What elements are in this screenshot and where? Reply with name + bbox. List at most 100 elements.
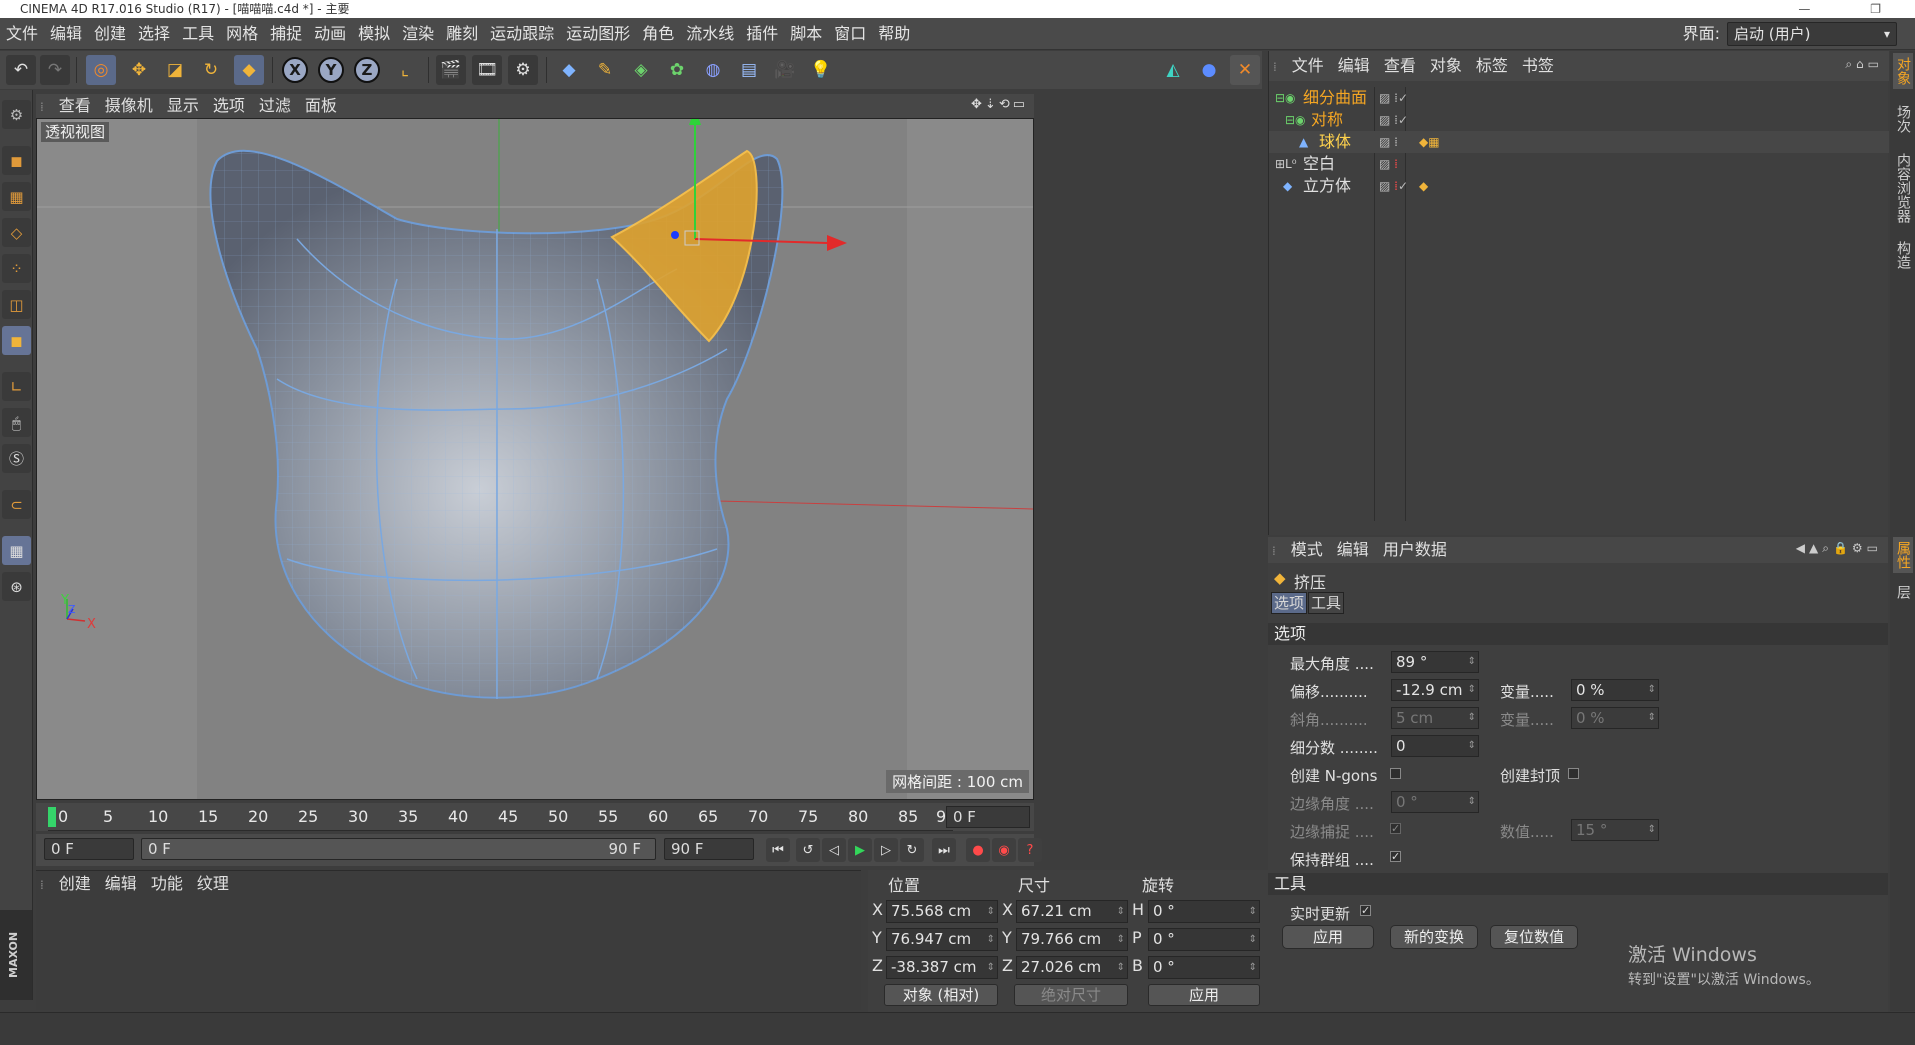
magnet-icon[interactable]: ⊂ — [2, 490, 31, 519]
camera-icon[interactable]: 🎥 — [770, 55, 800, 85]
keyframe-selection-icon[interactable]: ? — [1018, 838, 1042, 862]
perspective-viewport[interactable]: 透视视图 Y Z X 网格间距 : 100 cm — [36, 118, 1034, 800]
bevel-variance-field[interactable]: 0 % — [1571, 707, 1659, 729]
am-nav-icons[interactable]: ◀▲⌕🔒⚙▭ — [1796, 541, 1882, 556]
subdivision-surface-icon[interactable]: ◈ — [626, 55, 656, 85]
am-menu-user-data[interactable]: 用户数据 — [1383, 537, 1447, 563]
viewport-nav-icons[interactable]: ✥⇣⟲▭ — [971, 97, 1028, 112]
rotate-icon[interactable]: ↻ — [196, 55, 226, 85]
menu-select[interactable]: 选择 — [132, 18, 176, 50]
start-frame-field[interactable]: 0 F — [44, 838, 134, 860]
object-row[interactable]: ⊟◉ 细分曲面 ▨ ⁞✓ — [1269, 87, 1889, 109]
rotation-b-field[interactable]: 0 ° — [1148, 956, 1260, 979]
menu-mesh[interactable]: 网格 — [220, 18, 264, 50]
next-key-icon[interactable]: ↻ — [900, 838, 924, 862]
tab-attributes[interactable]: 属性 — [1893, 537, 1913, 573]
menu-edit[interactable]: 编辑 — [44, 18, 88, 50]
tweak-mode-icon[interactable]: 🖱 — [2, 408, 31, 437]
make-editable-icon[interactable]: ⚙ — [2, 100, 31, 129]
object-row[interactable]: ▲ 球体 ▨ ⁞ ◆▦ — [1269, 131, 1889, 153]
polygon-mode-icon[interactable]: ◼ — [2, 326, 31, 355]
create-ngons-checkbox[interactable] — [1390, 768, 1401, 779]
autokey-icon[interactable]: ◉ — [992, 838, 1016, 862]
model-mode-icon[interactable]: ◼ — [2, 146, 31, 175]
material-menu-create[interactable]: 创建 — [59, 871, 91, 897]
menu-script[interactable]: 脚本 — [784, 18, 828, 50]
size-x-field[interactable]: 67.21 cm — [1016, 900, 1128, 923]
last-tool-icon[interactable]: ◆ — [234, 55, 264, 85]
menu-render[interactable]: 渲染 — [396, 18, 440, 50]
reset-values-button[interactable]: 复位数值 — [1490, 925, 1578, 949]
axis-mode-icon[interactable]: ∟ — [2, 372, 31, 401]
menu-pipeline[interactable]: 流水线 — [680, 18, 740, 50]
visibility-toggle-icon[interactable]: ▨ ⁞ — [1379, 153, 1398, 175]
menu-character[interactable]: 角色 — [636, 18, 680, 50]
next-frame-icon[interactable]: ▷ — [874, 838, 898, 862]
viewport-menu-view[interactable]: 查看 — [59, 94, 91, 118]
viewport-menu-display[interactable]: 显示 — [167, 94, 199, 118]
position-z-field[interactable]: -38.387 cm — [886, 956, 998, 979]
floor-icon[interactable]: ▤ — [734, 55, 764, 85]
create-caps-checkbox[interactable] — [1568, 768, 1579, 779]
coordinate-system-icon[interactable]: ⌞ — [390, 55, 420, 85]
record-keys-icon[interactable]: ● — [966, 838, 990, 862]
deformer-icon[interactable]: ◍ — [698, 55, 728, 85]
cloner-icon[interactable]: ✿ — [662, 55, 692, 85]
previous-frame-icon[interactable]: ◁ — [822, 838, 846, 862]
object-name[interactable]: 细分曲面 — [1303, 87, 1367, 109]
tab-structure[interactable]: 构造 — [1893, 237, 1913, 273]
material-menu-function[interactable]: 功能 — [151, 871, 183, 897]
move-icon[interactable]: ✥ — [124, 55, 154, 85]
point-mode-icon[interactable]: ⁘ — [2, 254, 31, 283]
tab-options[interactable]: 选项 — [1271, 592, 1307, 614]
play-icon[interactable]: ▶ — [848, 838, 872, 862]
live-selection-icon[interactable]: ◎ — [86, 55, 116, 85]
current-frame-field[interactable]: 0 F — [946, 806, 1030, 828]
sculpt-layout-icon[interactable]: ◭ — [1158, 55, 1188, 85]
menu-file[interactable]: 文件 — [0, 18, 44, 50]
bevel-field[interactable]: 5 cm — [1391, 707, 1479, 729]
menu-tools[interactable]: 工具 — [176, 18, 220, 50]
keep-groups-checkbox[interactable]: ✓ — [1390, 851, 1401, 862]
object-name[interactable]: 立方体 — [1303, 175, 1351, 197]
menu-snap[interactable]: 捕捉 — [264, 18, 308, 50]
menu-animate[interactable]: 动画 — [308, 18, 352, 50]
phong-tag-icon[interactable]: ◆ — [1419, 175, 1428, 197]
object-row[interactable]: ◆ 立方体 ▨ ⁞✓ ◆ — [1269, 175, 1889, 197]
object-name[interactable]: 空白 — [1303, 153, 1335, 175]
timeline-ruler[interactable]: 0 5 10 15 20 25 30 35 40 45 50 55 60 65 … — [48, 803, 956, 831]
menu-mograph[interactable]: 运动图形 — [560, 18, 636, 50]
render-picture-viewer-icon[interactable]: 🎞 — [472, 55, 502, 85]
workplane-mode-icon[interactable]: ◇ — [2, 218, 31, 247]
new-transform-button[interactable]: 新的变换 — [1390, 925, 1478, 949]
coords-apply-button[interactable]: 应用 — [1148, 984, 1260, 1006]
variance-field[interactable]: 0 % — [1571, 679, 1659, 701]
interface-layout-select[interactable]: 启动 (用户) — [1727, 22, 1897, 46]
object-name[interactable]: 对称 — [1311, 109, 1343, 131]
bp-uv-edit-icon[interactable]: ● — [1194, 55, 1224, 85]
position-y-field[interactable]: 76.947 cm — [886, 928, 998, 951]
edge-snap-checkbox[interactable]: ✓ — [1390, 823, 1401, 834]
object-row[interactable]: ⊟◉ 对称 ▨ ⁞✓ — [1269, 109, 1889, 131]
rotation-h-field[interactable]: 0 ° — [1148, 900, 1260, 923]
position-x-field[interactable]: 75.568 cm — [886, 900, 998, 923]
menu-simulate[interactable]: 模拟 — [352, 18, 396, 50]
max-angle-field[interactable]: 89 ° — [1391, 651, 1479, 673]
value-field[interactable]: 15 ° — [1571, 819, 1659, 841]
menu-create[interactable]: 创建 — [88, 18, 132, 50]
object-name[interactable]: 球体 — [1319, 131, 1351, 153]
menu-motion-tracker[interactable]: 运动跟踪 — [484, 18, 560, 50]
om-menu-view[interactable]: 查看 — [1384, 51, 1416, 81]
material-tag-icon[interactable]: ◆▦ — [1419, 131, 1440, 153]
lock-y-axis-icon[interactable]: Y — [318, 57, 344, 83]
end-frame-field[interactable]: 90 F — [664, 838, 754, 860]
visibility-toggle-icon[interactable]: ▨ ⁞✓ — [1379, 87, 1408, 109]
edge-angle-field[interactable]: 0 ° — [1391, 791, 1479, 813]
edge-mode-icon[interactable]: ◫ — [2, 290, 31, 319]
menu-help[interactable]: 帮助 — [872, 18, 916, 50]
playhead[interactable] — [48, 807, 56, 827]
menu-plugins[interactable]: 插件 — [740, 18, 784, 50]
viewport-menu-panel[interactable]: 面板 — [305, 94, 337, 118]
size-mode-dropdown[interactable]: 绝对尺寸 — [1014, 984, 1128, 1006]
apply-button[interactable]: 应用 — [1282, 925, 1374, 949]
